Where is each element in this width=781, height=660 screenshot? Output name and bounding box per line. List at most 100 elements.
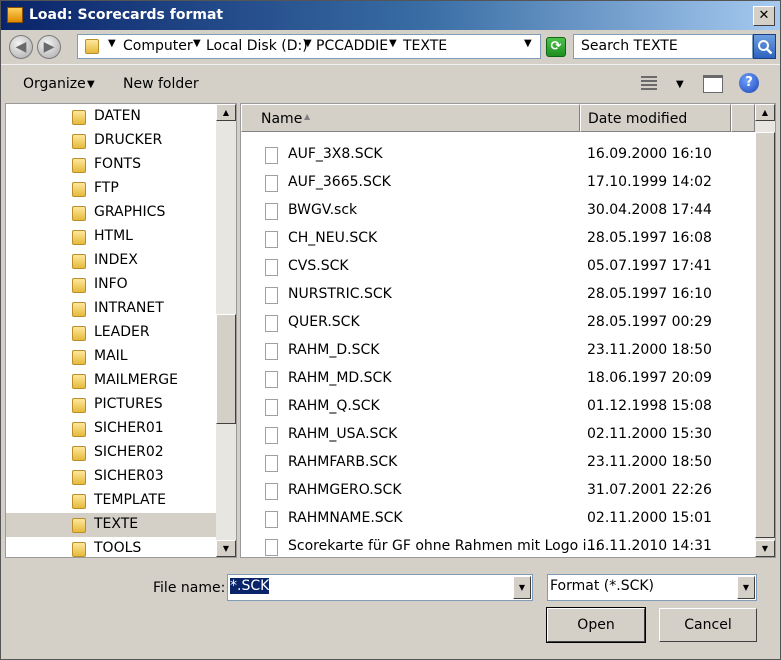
- chevron-down-icon[interactable]: ▼: [108, 38, 116, 49]
- preview-pane-icon[interactable]: [703, 75, 723, 93]
- file-date-modified: 02.11.2000 15:01: [587, 510, 712, 526]
- chevron-down-icon[interactable]: ▼: [87, 79, 95, 90]
- file-row[interactable]: RAHMGERO.SCK 31.07.2001 22:26: [241, 478, 755, 506]
- chevron-down-icon[interactable]: ▼: [193, 38, 201, 49]
- tree-item[interactable]: SICHER01: [6, 417, 218, 441]
- breadcrumb-computer[interactable]: Computer: [123, 38, 193, 54]
- chevron-down-icon[interactable]: ▼: [676, 79, 684, 90]
- file-row[interactable]: AUF_3665.SCK 17.10.1999 14:02: [241, 170, 755, 198]
- tree-item[interactable]: DRUCKER: [6, 129, 218, 153]
- file-name-combobox[interactable]: *.SCK ▼: [227, 574, 533, 601]
- tree-item[interactable]: GRAPHICS: [6, 201, 218, 225]
- file-row[interactable]: BWGV.sck 30.04.2008 17:44: [241, 198, 755, 226]
- file-name: CVS.SCK: [288, 258, 349, 274]
- organize-button[interactable]: Organize: [23, 76, 86, 92]
- column-header-date-modified[interactable]: Date modified: [580, 104, 731, 132]
- scroll-up-arrow[interactable]: ▲: [216, 104, 236, 121]
- file-type-select[interactable]: Format (*.SCK) ▼: [547, 574, 757, 601]
- scrollbar-thumb[interactable]: [216, 314, 236, 424]
- address-dropdown-icon[interactable]: ▼: [524, 38, 532, 49]
- scrollbar-thumb[interactable]: [755, 132, 775, 538]
- forward-button[interactable]: ▶: [37, 35, 61, 59]
- tree-item[interactable]: MAILMERGE: [6, 369, 218, 393]
- file-list: Name ▲ Date modified AUF_3X8.SCK 16.09.20…: [240, 103, 776, 558]
- chevron-down-icon[interactable]: ▼: [513, 576, 531, 599]
- cancel-button[interactable]: Cancel: [659, 608, 757, 642]
- file-list-scrollbar[interactable]: ▲ ▼: [755, 104, 775, 557]
- help-icon[interactable]: ?: [739, 73, 759, 93]
- file-row[interactable]: RAHM_MD.SCK 18.06.1997 20:09: [241, 366, 755, 394]
- breadcrumb-local-disk[interactable]: Local Disk (D:): [206, 38, 308, 54]
- folder-icon: [72, 278, 86, 293]
- tree-scrollbar[interactable]: ▲ ▼: [216, 104, 236, 557]
- tree-item[interactable]: TOOLS: [6, 537, 218, 557]
- file-date-modified: 01.12.1998 15:08: [587, 398, 712, 414]
- address-bar[interactable]: ▼ Computer ▼ Local Disk (D:) ▼ PCCADDIE …: [77, 34, 541, 59]
- file-date-modified: 16.09.2000 16:10: [587, 146, 712, 162]
- search-button[interactable]: [753, 34, 776, 59]
- file-row[interactable]: Scorekarte für GF ohne Rahmen mit Logo i…: [241, 534, 755, 557]
- tree-item[interactable]: PICTURES: [6, 393, 218, 417]
- file-name: RAHM_D.SCK: [288, 342, 380, 358]
- chevron-down-icon[interactable]: ▼: [304, 38, 312, 49]
- file-date-modified: 05.07.1997 17:41: [587, 258, 712, 274]
- tree-item[interactable]: INTRANET: [6, 297, 218, 321]
- tree-item[interactable]: MAIL: [6, 345, 218, 369]
- tree-item[interactable]: INFO: [6, 273, 218, 297]
- folder-icon: [72, 158, 86, 173]
- tree-item[interactable]: INDEX: [6, 249, 218, 273]
- scroll-down-arrow[interactable]: ▼: [216, 540, 236, 557]
- back-button[interactable]: ◀: [9, 35, 33, 59]
- tree-item[interactable]: TEMPLATE: [6, 489, 218, 513]
- file-name: RAHM_USA.SCK: [288, 426, 398, 442]
- breadcrumb-pccaddie[interactable]: PCCADDIE: [316, 38, 388, 54]
- file-date-modified: 16.11.2010 14:31: [587, 538, 712, 554]
- file-row[interactable]: RAHM_Q.SCK 01.12.1998 15:08: [241, 394, 755, 422]
- file-row[interactable]: QUER.SCK 28.05.1997 00:29: [241, 310, 755, 338]
- title-bar[interactable]: Load: Scorecards format ✕: [1, 1, 780, 30]
- file-date-modified: 28.05.1997 16:10: [587, 286, 712, 302]
- tree-item[interactable]: SICHER03: [6, 465, 218, 489]
- column-header-label: Name: [261, 111, 303, 127]
- tree-item[interactable]: FTP: [6, 177, 218, 201]
- file-row[interactable]: NURSTRIC.SCK 28.05.1997 16:10: [241, 282, 755, 310]
- refresh-button[interactable]: ⟳: [546, 37, 566, 57]
- file-row[interactable]: CVS.SCK 05.07.1997 17:41: [241, 254, 755, 282]
- scroll-down-arrow[interactable]: ▼: [755, 540, 775, 557]
- view-options-icon[interactable]: [641, 76, 657, 92]
- new-folder-button[interactable]: New folder: [123, 76, 199, 92]
- open-button[interactable]: Open: [546, 607, 646, 643]
- breadcrumb-texte[interactable]: TEXTE: [403, 38, 447, 54]
- tree-item[interactable]: HTML: [6, 225, 218, 249]
- tree-item[interactable]: SICHER02: [6, 441, 218, 465]
- app-icon: [7, 7, 23, 23]
- file-row[interactable]: RAHMNAME.SCK 02.11.2000 15:01: [241, 506, 755, 534]
- tree-item[interactable]: LEADER: [6, 321, 218, 345]
- column-header-name[interactable]: Name ▲: [241, 104, 580, 132]
- file-row[interactable]: AUF_3X8.SCK 16.09.2000 16:10: [241, 142, 755, 170]
- file-row[interactable]: RAHMFARB.SCK 23.11.2000 18:50: [241, 450, 755, 478]
- search-input[interactable]: [581, 38, 746, 54]
- file-icon: [265, 287, 278, 304]
- file-row[interactable]: CH_NEU.SCK 28.05.1997 16:08: [241, 226, 755, 254]
- tree-item[interactable]: DATEN: [6, 105, 218, 129]
- chevron-down-icon[interactable]: ▼: [737, 576, 755, 599]
- file-name: CH_NEU.SCK: [288, 230, 378, 246]
- file-row[interactable]: RAHM_USA.SCK 02.11.2000 15:30: [241, 422, 755, 450]
- file-icon: [265, 203, 278, 220]
- file-name-input[interactable]: *.SCK: [230, 578, 270, 594]
- file-date-modified: 02.11.2000 15:30: [587, 426, 712, 442]
- search-box[interactable]: [573, 34, 753, 59]
- file-icon: [265, 371, 278, 388]
- close-button[interactable]: ✕: [753, 6, 775, 26]
- file-icon: [265, 455, 278, 472]
- file-row[interactable]: RAHM_D.SCK 23.11.2000 18:50: [241, 338, 755, 366]
- scroll-up-arrow[interactable]: ▲: [755, 104, 775, 121]
- tree-item[interactable]: FONTS: [6, 153, 218, 177]
- tree-item-label: INTRANET: [94, 300, 164, 316]
- chevron-down-icon[interactable]: ▼: [389, 38, 397, 49]
- tree-item[interactable]: TEXTE: [6, 513, 218, 537]
- file-date-modified: 18.06.1997 20:09: [587, 370, 712, 386]
- folder-icon: [72, 350, 86, 365]
- tree-item-label: LEADER: [94, 324, 150, 340]
